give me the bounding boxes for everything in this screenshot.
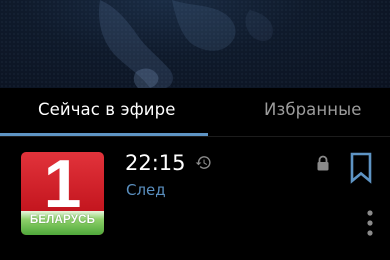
bookmark-icon[interactable] [349, 152, 373, 184]
program-time: 22:15 [125, 151, 186, 175]
channel-logo-number: 1 [43, 152, 82, 222]
tab-live-now[interactable]: Сейчас в эфире [38, 100, 175, 119]
next-program-link[interactable]: След [126, 181, 166, 199]
tv-guide-screen: Сейчас в эфире Избранные 1 БЕЛАРУСЬ 22:1… [0, 0, 390, 260]
history-icon[interactable] [195, 154, 212, 171]
tab-bar: Сейчас в эфире Избранные [0, 88, 390, 138]
world-map-graphic [98, 0, 273, 88]
more-vertical-icon[interactable] [360, 208, 380, 238]
channel-logo[interactable]: 1 БЕЛАРУСЬ [21, 152, 104, 235]
tab-favorites[interactable]: Избранные [264, 100, 362, 119]
lock-icon [317, 155, 329, 171]
channel-logo-text: БЕЛАРУСЬ [29, 214, 96, 226]
active-tab-indicator [0, 133, 208, 136]
hero-banner [0, 0, 390, 88]
